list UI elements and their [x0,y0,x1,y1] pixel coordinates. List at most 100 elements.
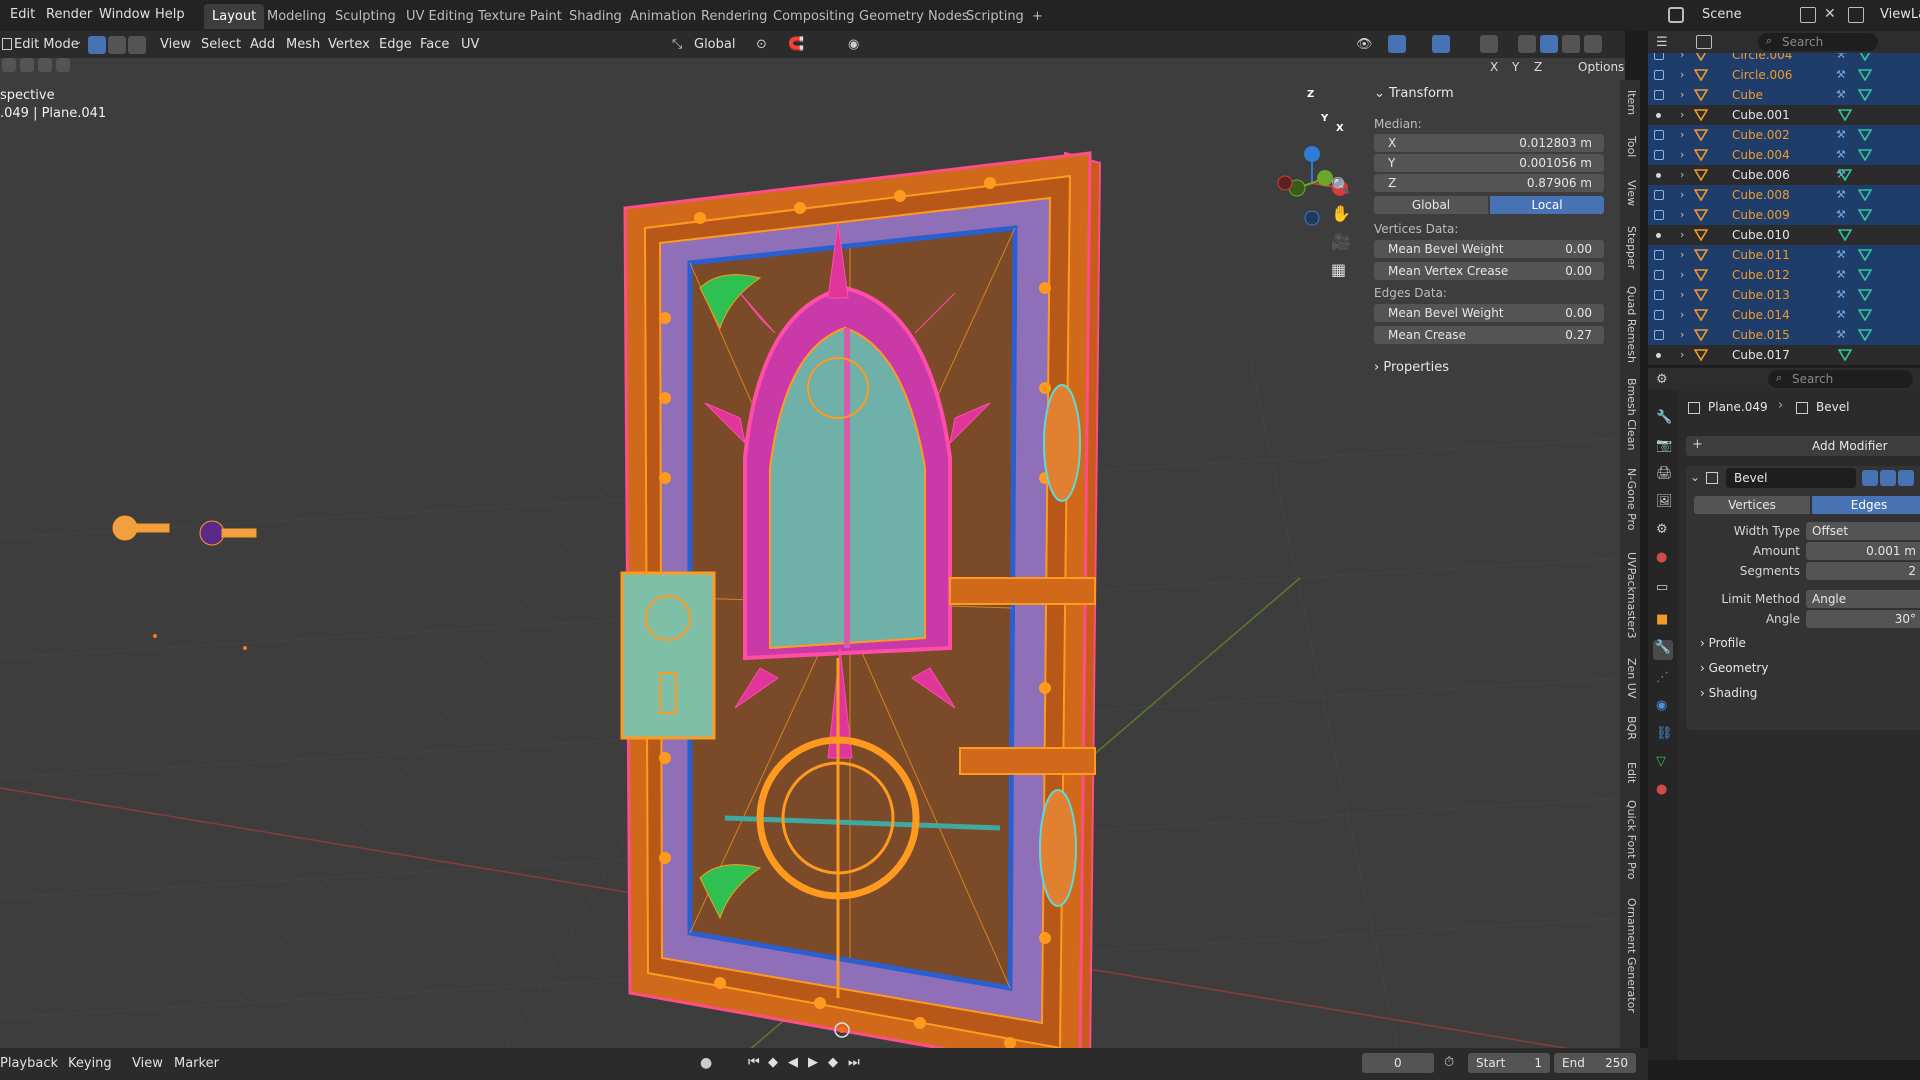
outliner-row[interactable]: › Cube.001 [1648,105,1920,125]
output-tab-icon[interactable]: 🖨 [1656,466,1673,481]
outliner-row[interactable]: › Cube.010 [1648,225,1920,245]
sidebar-tab-bmesh-clean[interactable]: Bmesh Clean [1622,378,1638,450]
mesh-data-icon[interactable] [1857,189,1873,205]
visibility-icon[interactable]: 👁 [1356,37,1373,52]
outliner-row[interactable]: › Cube.014 ⚒ [1648,305,1920,325]
render-display-icon[interactable] [1898,470,1914,486]
outliner-display-mode-icon[interactable] [1696,35,1712,49]
mesh-data-icon[interactable] [1857,129,1873,145]
tab-modeling[interactable]: Modeling [259,4,334,29]
outliner-row[interactable]: › Cube.002 ⚒ [1648,125,1920,145]
outliner-row[interactable]: › Circle.006 ⚒ [1648,65,1920,85]
median-z-field[interactable]: Z 0.87906 m [1374,174,1604,192]
xray-icon[interactable] [1480,35,1498,53]
expand-chevron-icon[interactable]: › [1680,228,1684,241]
modifier-wrench-icon[interactable]: ⚒ [1836,188,1846,201]
properties-editor-icon[interactable]: ⚙ [1656,372,1668,387]
face-select-icon[interactable] [128,36,146,54]
sidebar-tab-bqr[interactable]: BQR [1622,716,1638,740]
expand-chevron-icon[interactable]: › [1680,208,1684,221]
select-new-icon[interactable] [2,58,16,72]
menu-uv[interactable]: UV [461,37,479,52]
expand-chevron-icon[interactable]: › [1680,288,1684,301]
constraints-tab-icon[interactable]: ⛓ [1656,726,1673,741]
sidebar-tab-view[interactable]: View [1622,180,1638,206]
material-shading-icon[interactable] [1562,35,1580,53]
outliner-row[interactable]: › Cube.017 [1648,345,1920,365]
expand-chevron-icon[interactable]: › [1680,148,1684,161]
modifier-wrench-icon[interactable]: ⚒ [1836,88,1846,101]
sidebar-tab-ornament-generator[interactable]: Ornament Generator [1622,898,1638,1013]
expand-chevron-icon[interactable]: › [1680,88,1684,101]
data-tab-icon[interactable]: ▽ [1656,754,1666,769]
tab-scripting[interactable]: Scripting [958,4,1032,29]
particles-tab-icon[interactable]: ⋰ [1656,670,1669,685]
camera-view-icon[interactable]: 🎥 [1331,232,1351,251]
tab-texture-paint[interactable]: Texture Paint [470,4,570,29]
solid-shading-icon[interactable] [1540,35,1558,53]
outliner-editor-icon[interactable]: ☰ [1656,35,1668,50]
menu-help[interactable]: Help [155,7,185,22]
modifier-wrench-icon[interactable]: ⚒ [1836,308,1846,321]
viewlayer-icon[interactable] [1848,7,1864,23]
mesh-data-icon[interactable] [1837,349,1853,365]
world-tab-icon[interactable]: ● [1656,550,1667,565]
menu-add[interactable]: Add [250,37,275,52]
tool-tab-icon[interactable]: 🔧 [1656,410,1672,425]
modifier-wrench-icon[interactable]: ⚒ [1836,268,1846,281]
sidebar-tab-tool[interactable]: Tool [1622,136,1638,157]
menu-edit[interactable]: Edit [10,7,35,22]
physics-tab-icon[interactable]: ◉ [1656,698,1667,713]
outliner-row[interactable]: › Cube.011 ⚒ [1648,245,1920,265]
timeline-view-menu[interactable]: View [132,1056,163,1071]
viewlayer-name[interactable]: ViewLay [1880,7,1920,22]
mesh-data-icon[interactable] [1837,169,1853,185]
add-workspace-button[interactable]: + [1024,4,1051,29]
play-icon[interactable]: ▶ [808,1055,818,1070]
transform-orientation-icon[interactable]: ⤡ [672,37,682,52]
mean-crease-field[interactable]: Mean Crease 0.27 [1374,326,1604,344]
gizmo-toggle-icon[interactable] [1388,35,1406,53]
menu-vertex[interactable]: Vertex [328,37,370,52]
expand-chevron-icon[interactable]: › [1680,348,1684,361]
expand-chevron-icon[interactable]: › [1680,188,1684,201]
menu-face[interactable]: Face [420,37,449,52]
object-tab-icon[interactable]: ■ [1656,612,1668,627]
scene-tab-icon[interactable]: ⚙ [1656,522,1668,537]
vertex-select-icon[interactable] [88,36,106,54]
pivot-point-icon[interactable]: ⊙ [756,37,767,52]
expand-chevron-icon[interactable]: › [1680,308,1684,321]
transform-panel-title[interactable]: ⌄ Transform [1374,86,1454,101]
modifier-wrench-icon[interactable]: ⚒ [1836,248,1846,261]
menu-edge[interactable]: Edge [379,37,412,52]
outliner-row[interactable]: › Cube.015 ⚒ [1648,325,1920,345]
material-tab-icon[interactable]: ● [1656,782,1667,797]
jump-start-icon[interactable]: ⏮ [748,1055,760,1070]
mesh-data-icon[interactable] [1857,89,1873,105]
expand-chevron-icon[interactable]: › [1680,68,1684,81]
axis-constraint-y[interactable]: Y [1512,60,1519,74]
gizmo-axis-z[interactable]: Z [1307,89,1314,100]
tab-animation[interactable]: Animation [622,4,704,29]
mesh-data-icon[interactable] [1857,309,1873,325]
affect-edges-toggle[interactable]: Edges [1812,496,1920,514]
expand-chevron-icon[interactable]: › [1680,168,1684,181]
select-intersect-icon[interactable] [56,58,70,72]
menu-select[interactable]: Select [201,37,241,52]
expand-chevron-icon[interactable]: › [1680,108,1684,121]
mean-vertex-crease-field[interactable]: Mean Vertex Crease 0.00 [1374,262,1604,280]
properties-search-input[interactable]: ⌕ Search [1768,370,1913,388]
end-frame-field[interactable]: End 250 [1554,1053,1636,1073]
outliner-row[interactable]: › Cube.004 ⚒ [1648,145,1920,165]
ortho-toggle-icon[interactable]: ▦ [1331,260,1346,279]
mode-selector[interactable]: Edit Mode [14,37,79,52]
tab-compositing[interactable]: Compositing [765,4,863,29]
median-y-field[interactable]: Y 0.001056 m [1374,154,1604,172]
zoom-icon[interactable]: 🔍 [1331,176,1351,195]
snap-icon[interactable]: 🧲 [788,37,804,52]
amount-field[interactable]: 0.001 m [1806,542,1920,560]
modifier-wrench-icon[interactable]: ⚒ [1836,68,1846,81]
outliner-row[interactable]: › Cube ⚒ [1648,85,1920,105]
clock-icon[interactable]: ⏱ [1444,1055,1454,1070]
menu-view[interactable]: View [160,37,191,52]
